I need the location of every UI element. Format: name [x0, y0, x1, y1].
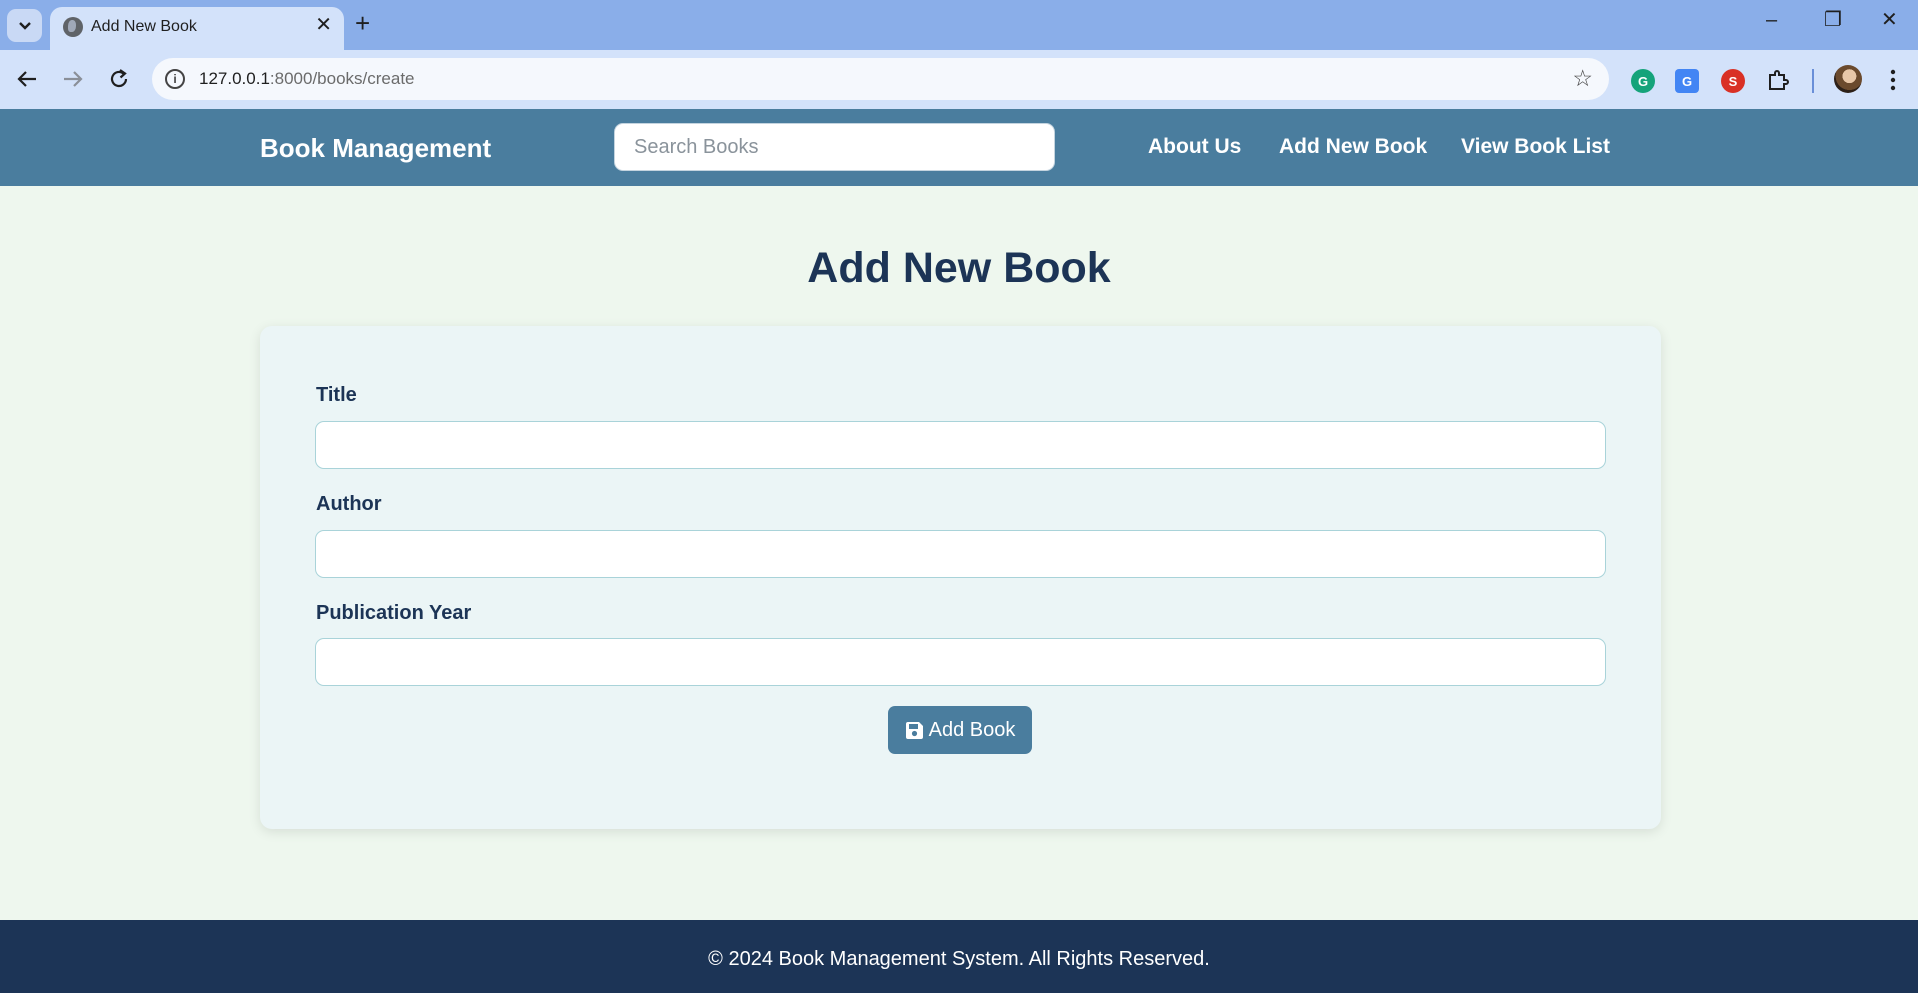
site-info-icon[interactable]: i — [165, 69, 185, 89]
bookmark-star-icon[interactable]: ☆ — [1572, 65, 1593, 92]
close-window-button[interactable]: ✕ — [1881, 10, 1898, 30]
back-arrow-icon[interactable] — [16, 69, 38, 89]
grammarly-icon[interactable]: G — [1630, 68, 1656, 94]
title-label: Title — [316, 384, 357, 406]
chevron-down-icon — [18, 21, 31, 30]
profile-avatar[interactable] — [1834, 65, 1862, 93]
globe-icon — [63, 17, 83, 37]
minimize-window-button[interactable]: – — [1766, 10, 1777, 30]
extensions-puzzle-icon[interactable] — [1766, 68, 1790, 92]
browser-tab-strip: Add New Book ✕ + – ❐ ✕ — [0, 0, 1918, 50]
add-book-button-label: Add Book — [928, 718, 1016, 741]
add-book-button[interactable]: Add Book — [888, 706, 1032, 754]
brand-logo-link[interactable]: Book Management — [260, 133, 491, 164]
nav-about-us[interactable]: About Us — [1148, 135, 1241, 159]
nav-view-book-list[interactable]: View Book List — [1461, 135, 1610, 159]
reload-icon[interactable] — [108, 68, 130, 90]
address-bar[interactable]: i 127.0.0.1:8000/books/create ☆ — [152, 58, 1609, 100]
title-field[interactable] — [315, 421, 1606, 469]
search-input[interactable] — [614, 123, 1055, 171]
author-field[interactable] — [315, 530, 1606, 578]
browser-menu-icon[interactable] — [1890, 68, 1896, 92]
close-tab-icon[interactable]: ✕ — [315, 15, 332, 35]
publication-year-field[interactable] — [315, 638, 1606, 686]
seo-extension-icon[interactable]: S — [1720, 68, 1746, 94]
forward-arrow-icon[interactable] — [62, 69, 84, 89]
page-footer: © 2024 Book Management System. All Right… — [0, 920, 1918, 993]
browser-toolbar: i 127.0.0.1:8000/books/create ☆ G G S — [0, 50, 1918, 109]
copyright-text: © 2024 Book Management System. All Right… — [708, 948, 1210, 970]
google-translate-icon[interactable]: G — [1674, 68, 1700, 94]
browser-tab-active[interactable]: Add New Book ✕ — [50, 7, 344, 50]
restore-window-button[interactable]: ❐ — [1824, 10, 1842, 30]
tab-search-button[interactable] — [7, 9, 42, 42]
author-label: Author — [316, 493, 382, 515]
save-icon — [905, 721, 923, 739]
toolbar-divider — [1812, 69, 1814, 93]
nav-add-new-book[interactable]: Add New Book — [1279, 135, 1427, 159]
tab-title: Add New Book — [91, 18, 197, 35]
app-navbar: Book Management About Us Add New Book Vi… — [0, 109, 1918, 186]
page-title: Add New Book — [807, 244, 1111, 292]
new-tab-button[interactable]: + — [355, 10, 370, 36]
publication-year-label: Publication Year — [316, 602, 472, 624]
url-text[interactable]: 127.0.0.1:8000/books/create — [199, 69, 415, 89]
add-book-form: Title Author Publication Year Add Book — [260, 326, 1661, 829]
